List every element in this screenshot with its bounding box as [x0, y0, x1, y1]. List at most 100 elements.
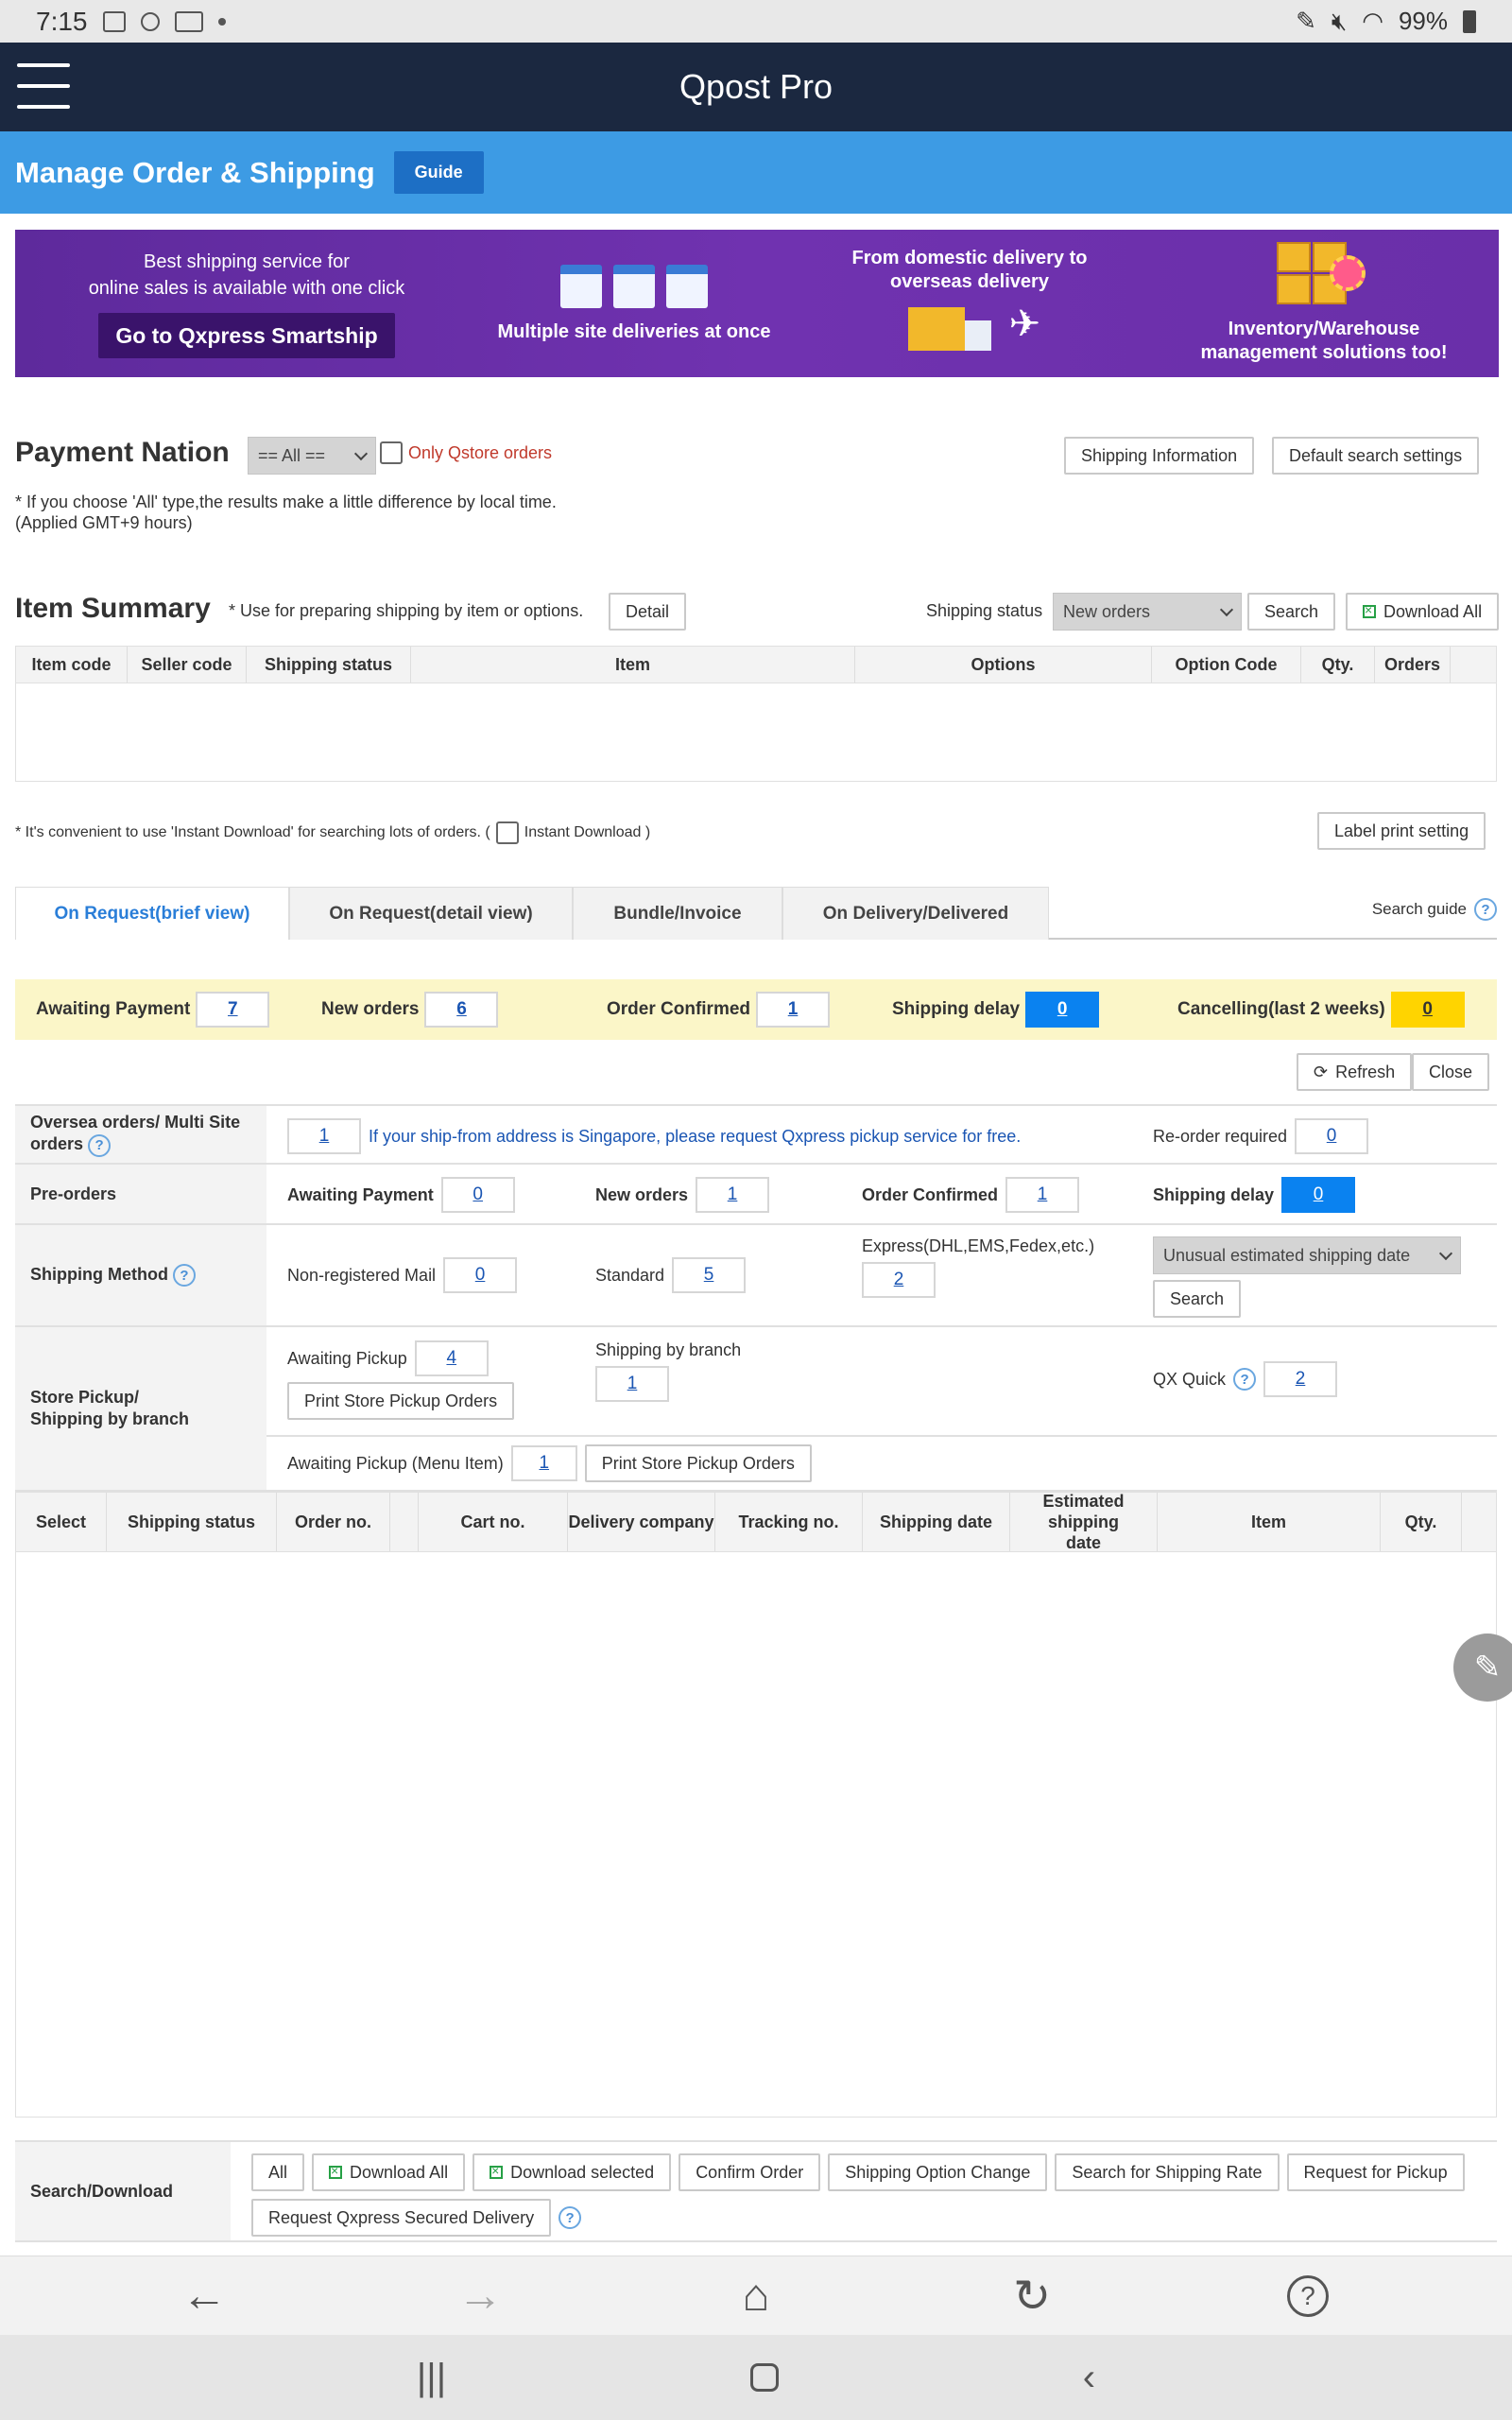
column-header[interactable]: Tracking no. — [715, 1493, 863, 1551]
help-icon[interactable]: ? — [1474, 898, 1497, 921]
tab-detail-view[interactable]: On Request(detail view) — [289, 887, 573, 940]
timezone-note: * If you choose 'All' type,the results m… — [15, 492, 557, 533]
chevron-down-icon — [353, 446, 369, 460]
item-summary-download-all-button[interactable]: Download All — [1346, 593, 1500, 631]
timezone-note-line2: (Applied GMT+9 hours) — [15, 513, 193, 532]
search-shipping-rate-button[interactable]: Search for Shipping Rate — [1055, 2153, 1280, 2191]
column-header[interactable]: Delivery company — [568, 1493, 715, 1551]
unusual-date-search-button[interactable]: Search — [1153, 1280, 1242, 1318]
shipping-status-select[interactable]: New orders — [1053, 593, 1242, 631]
column-header[interactable]: Item — [1158, 1493, 1381, 1551]
shipping-option-change-button[interactable]: Shipping Option Change — [828, 2153, 1048, 2191]
tab-on-delivery[interactable]: On Delivery/Delivered — [782, 887, 1049, 940]
payment-nation-select[interactable]: == All == — [248, 437, 376, 475]
wifi-icon: ◠ — [1362, 7, 1383, 35]
column-header[interactable]: Orders — [1375, 647, 1451, 683]
print-store-pickup-button[interactable]: Print Store Pickup Orders — [287, 1382, 515, 1420]
preorder-shipping-delay-count[interactable]: 0 — [1281, 1177, 1356, 1213]
home-icon[interactable]: ⌂ — [728, 2268, 784, 2325]
column-header[interactable]: Order no. — [277, 1493, 390, 1551]
help-icon[interactable]: ? — [558, 2206, 582, 2229]
awaiting-pickup-count[interactable]: 4 — [414, 1340, 489, 1376]
qstore-only-checkbox[interactable] — [380, 441, 403, 464]
singapore-pickup-note[interactable]: If your ship-from address is Singapore, … — [369, 1127, 1021, 1147]
qstore-only-toggle[interactable]: Only Qstore orders — [380, 441, 552, 464]
edit-fab-button[interactable]: ✎ — [1453, 1634, 1512, 1702]
preorder-order-confirmed-count[interactable]: 1 — [1005, 1177, 1080, 1213]
help-icon[interactable]: ? — [172, 1264, 196, 1288]
help-icon[interactable]: ? — [1233, 1368, 1257, 1391]
column-header[interactable] — [390, 1493, 419, 1551]
label-print-setting-button[interactable]: Label print setting — [1317, 812, 1486, 850]
download-all-button[interactable]: Download All — [312, 2153, 466, 2191]
nonregistered-mail-count[interactable]: 0 — [443, 1257, 518, 1293]
item-summary-title: Item Summary — [15, 593, 211, 624]
request-pickup-button[interactable]: Request for Pickup — [1286, 2153, 1465, 2191]
qx-quick-count[interactable]: 2 — [1263, 1361, 1338, 1397]
refresh-button[interactable]: ⟳ Refresh — [1297, 1053, 1413, 1091]
smartship-button[interactable]: Go to Qxpress Smartship — [98, 313, 395, 358]
column-header[interactable]: Shipping date — [863, 1493, 1010, 1551]
tab-brief-view[interactable]: On Request(brief view) — [15, 887, 289, 940]
status-time: 7:15 — [36, 6, 88, 36]
oversea-orders-count[interactable]: 1 — [287, 1118, 361, 1154]
shipping-status-label: Shipping status — [926, 601, 1043, 620]
q-app-icon — [140, 11, 160, 31]
help-circle-icon[interactable]: ? — [1280, 2268, 1336, 2325]
column-header[interactable]: Select — [16, 1493, 107, 1551]
express-shipping-count[interactable]: 2 — [862, 1262, 936, 1298]
download-all-label: Download All — [1383, 601, 1483, 621]
awaiting-payment-count[interactable]: 7 — [196, 992, 270, 1028]
tab-bundle-invoice[interactable]: Bundle/Invoice — [573, 887, 782, 940]
close-button[interactable]: Close — [1412, 1053, 1490, 1091]
unusual-date-select[interactable]: Unusual estimated shipping date — [1153, 1236, 1461, 1274]
download-selected-button[interactable]: Download selected — [472, 2153, 672, 2191]
search-guide[interactable]: Search guide ? — [1372, 898, 1497, 921]
shipping-method-row: Shipping Method ? Non-registered Mail 0 … — [15, 1225, 1497, 1327]
column-header[interactable]: Item code — [16, 647, 128, 683]
item-summary-search-button[interactable]: Search — [1247, 593, 1336, 631]
request-secured-delivery-button[interactable]: Request Qxpress Secured Delivery — [251, 2199, 552, 2237]
detail-button[interactable]: Detail — [609, 593, 687, 631]
item-summary-note: * Use for preparing shipping by item or … — [229, 601, 584, 620]
reorder-required-count[interactable]: 0 — [1295, 1118, 1369, 1154]
menu-icon[interactable] — [17, 63, 70, 109]
column-header[interactable]: Qty. — [1381, 1493, 1462, 1551]
order-confirmed-count[interactable]: 1 — [756, 992, 831, 1028]
confirm-order-button[interactable]: Confirm Order — [679, 2153, 821, 2191]
column-header[interactable]: Item — [411, 647, 855, 683]
search-download-section: Search/Download All Download All Downloa… — [15, 2140, 1497, 2242]
guide-button[interactable]: Guide — [393, 151, 484, 194]
shipping-delay-count[interactable]: 0 — [1025, 992, 1100, 1028]
standard-shipping-count[interactable]: 5 — [672, 1257, 747, 1293]
menu-item-count[interactable]: 1 — [510, 1445, 577, 1481]
preorder-new-orders-count[interactable]: 1 — [696, 1177, 770, 1213]
preorder-awaiting-payment-count[interactable]: 0 — [440, 1177, 515, 1213]
new-orders-count[interactable]: 6 — [424, 992, 499, 1028]
column-header[interactable]: Shipping status — [247, 647, 411, 683]
shipping-information-button[interactable]: Shipping Information — [1064, 437, 1255, 475]
column-header[interactable]: Shipping status — [107, 1493, 277, 1551]
column-header[interactable]: Options — [855, 647, 1152, 683]
cancelling-count[interactable]: 0 — [1390, 992, 1465, 1028]
home-button-icon[interactable] — [749, 2363, 779, 2392]
column-header[interactable]: Seller code — [128, 647, 247, 683]
default-search-settings-button[interactable]: Default search settings — [1272, 437, 1480, 475]
system-back-icon[interactable]: ‹ — [1083, 2357, 1095, 2399]
promo-banner[interactable]: Best shipping service for online sales i… — [15, 230, 1499, 377]
column-header[interactable]: Option Code — [1152, 647, 1301, 683]
all-button[interactable]: All — [251, 2153, 305, 2191]
column-header[interactable]: Qty. — [1301, 647, 1375, 683]
column-header[interactable]: Estimated shipping date — [1010, 1492, 1158, 1552]
help-icon[interactable]: ? — [88, 1133, 112, 1157]
recent-apps-icon[interactable]: ||| — [417, 2357, 446, 2399]
instant-download-checkbox[interactable] — [495, 821, 519, 844]
preorder-shipping-delay: Shipping delay 0 — [1153, 1177, 1356, 1213]
forward-arrow-icon[interactable]: → — [452, 2268, 508, 2325]
back-arrow-icon[interactable]: ← — [176, 2268, 232, 2325]
shipping-by-branch-count[interactable]: 1 — [595, 1366, 669, 1402]
print-store-pickup-button-2[interactable]: Print Store Pickup Orders — [584, 1444, 812, 1482]
reload-icon[interactable]: ↻ — [1004, 2268, 1060, 2325]
store-pickup-label: Store Pickup/ Shipping by branch — [15, 1327, 266, 1490]
column-header[interactable]: Cart no. — [419, 1493, 568, 1551]
